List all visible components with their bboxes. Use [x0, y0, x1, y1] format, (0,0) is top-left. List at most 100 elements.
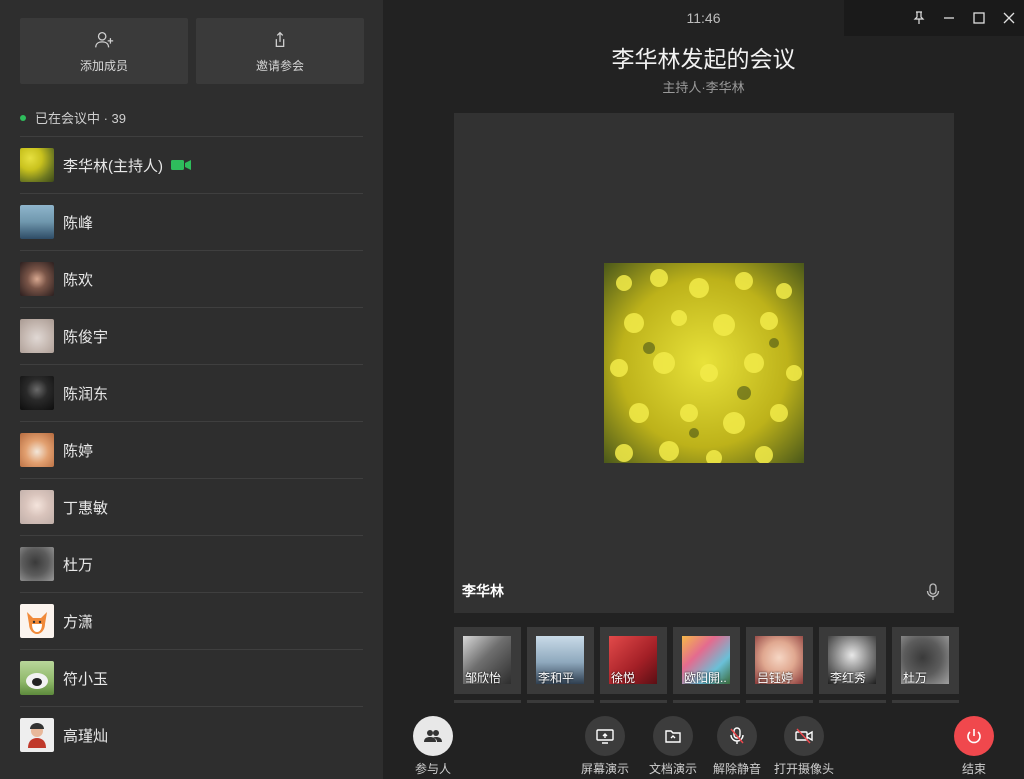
thumbnail-name: 吕钰婷	[757, 671, 794, 685]
member-name: 高瑾灿	[63, 727, 109, 745]
mic-muted-icon	[730, 727, 744, 744]
participants-button[interactable]: 参与人	[413, 716, 453, 777]
thumbnail-name: 邹欣怡	[465, 671, 502, 685]
mic-icon	[926, 583, 940, 600]
thumbnail-item[interactable]: 吕钰婷	[746, 627, 813, 694]
avatar	[20, 319, 54, 353]
avatar	[20, 718, 54, 752]
member-item[interactable]: 陈欢	[20, 250, 363, 307]
participants-label: 参与人	[414, 762, 451, 776]
screen-share-circle	[585, 716, 625, 756]
thumbnail-name: 徐悦	[611, 671, 636, 685]
share-icon	[275, 31, 285, 47]
avatar	[20, 205, 54, 239]
main-video[interactable]: 李华林	[454, 113, 954, 613]
status-text: 已在会议中 · 39	[35, 111, 127, 126]
sidebar-actions: 添加成员 邀请参会	[20, 18, 364, 84]
clock: 11:46	[686, 10, 721, 26]
thumbnail-item[interactable]	[819, 700, 886, 703]
meeting-main: 11:46 李华林发起的会议 主持人·李华林 李华林 邹欣怡 李和平 徐悦 欧阳…	[383, 0, 1024, 779]
add-member-label: 添加成员	[79, 58, 128, 73]
thumbnail-item[interactable]: 李红秀	[819, 627, 886, 694]
avatar	[20, 148, 54, 182]
thumbnail-item[interactable]: 杜万	[892, 627, 959, 694]
thumbnail-item[interactable]	[600, 700, 667, 703]
member-item[interactable]: 丁惠敏	[20, 478, 363, 535]
member-list: 李华林(主持人) 陈峰 陈欢 陈俊宇 陈润东 陈婷 丁惠敏 杜万 方潇 符小玉 …	[20, 136, 363, 763]
thumbnail-item[interactable]: 邹欣怡	[454, 627, 521, 694]
thumbnail-item[interactable]	[746, 700, 813, 703]
member-name: 陈欢	[63, 271, 94, 289]
camera-off-icon	[795, 728, 813, 744]
camera-button[interactable]: 打开摄像头	[774, 716, 834, 777]
thumbnail-item[interactable]: 李和平	[527, 627, 594, 694]
thumbnail-item[interactable]: 欧阳開..	[673, 627, 740, 694]
add-user-icon	[95, 31, 114, 47]
online-dot-icon	[20, 114, 26, 121]
meeting-title: 李华林发起的会议	[611, 46, 796, 72]
avatar	[20, 433, 54, 467]
participant-thumbnails: 邹欣怡 李和平 徐悦 欧阳開.. 吕钰婷 李红秀 杜万	[454, 627, 959, 694]
avatar	[20, 376, 54, 410]
member-item[interactable]: 陈婷	[20, 421, 363, 478]
speaker-avatar	[604, 263, 804, 463]
member-name: 陈峰	[63, 214, 94, 232]
member-name: 李华林(主持人)	[63, 157, 163, 175]
thumbnail-name: 杜万	[903, 671, 928, 685]
camera-circle	[784, 716, 824, 756]
member-name: 符小玉	[63, 670, 109, 688]
member-name: 杜万	[63, 556, 94, 574]
participants-sidebar: 添加成员 邀请参会 已在会议中 · 39 李华林(主持人) 陈峰 陈欢 陈俊宇 …	[0, 0, 383, 779]
avatar	[20, 547, 54, 581]
member-item[interactable]: 李华林(主持人)	[20, 136, 363, 193]
participants-circle	[413, 716, 453, 756]
power-icon	[967, 729, 981, 744]
member-item[interactable]: 陈峰	[20, 193, 363, 250]
avatar	[20, 661, 54, 695]
member-item[interactable]: 符小玉	[20, 649, 363, 706]
member-item[interactable]: 陈俊宇	[20, 307, 363, 364]
end-meeting-circle	[954, 716, 994, 756]
thumbnail-item[interactable]	[892, 700, 959, 703]
add-member-button[interactable]: 添加成员	[20, 18, 188, 84]
member-item[interactable]: 高瑾灿	[20, 706, 363, 763]
avatar	[20, 490, 54, 524]
doc-share-button[interactable]: 文档演示	[649, 716, 697, 777]
unmute-button[interactable]: 解除静音	[713, 716, 761, 777]
end-meeting-button[interactable]: 结束	[954, 716, 994, 777]
doc-share-icon	[665, 730, 681, 743]
doc-share-label: 文档演示	[649, 762, 698, 776]
fox-avatar-icon	[27, 612, 47, 634]
member-name: 陈润东	[63, 385, 109, 403]
thumbnail-item[interactable]	[673, 700, 740, 703]
meeting-host: 主持人·李华林	[662, 80, 745, 95]
screen-share-button[interactable]: 屏幕演示	[581, 716, 629, 777]
speaker-name: 李华林	[462, 583, 504, 599]
invite-label: 邀请参会	[255, 58, 304, 73]
unmute-circle	[717, 716, 757, 756]
person-avatar-icon	[28, 723, 46, 748]
thumbnail-item[interactable]	[527, 700, 594, 703]
meeting-toolbar: 参与人 屏幕演示 文档演示 解除静音 打开摄像头 结束	[383, 712, 1024, 779]
thumbnail-name: 李红秀	[830, 671, 867, 685]
end-meeting-label: 结束	[961, 762, 986, 776]
camera-label: 打开摄像头	[774, 762, 835, 776]
member-item[interactable]: 杜万	[20, 535, 363, 592]
invite-button[interactable]: 邀请参会	[196, 18, 364, 84]
member-name: 陈婷	[63, 442, 94, 460]
meeting-status: 已在会议中 · 39	[20, 108, 126, 127]
thumbnail-name: 欧阳開..	[684, 671, 727, 685]
member-name: 陈俊宇	[63, 328, 109, 346]
participants-icon	[424, 730, 442, 742]
member-item[interactable]: 方潇	[20, 592, 363, 649]
screen-share-icon	[596, 729, 614, 744]
member-item[interactable]: 陈润东	[20, 364, 363, 421]
thumbnail-item[interactable]	[454, 700, 521, 703]
screen-share-label: 屏幕演示	[581, 762, 630, 776]
camera-on-icon	[171, 160, 191, 170]
member-name: 方潇	[63, 613, 94, 631]
unmute-label: 解除静音	[713, 762, 762, 776]
doc-share-circle	[653, 716, 693, 756]
thumbnail-row-2	[454, 700, 959, 703]
thumbnail-item[interactable]: 徐悦	[600, 627, 667, 694]
